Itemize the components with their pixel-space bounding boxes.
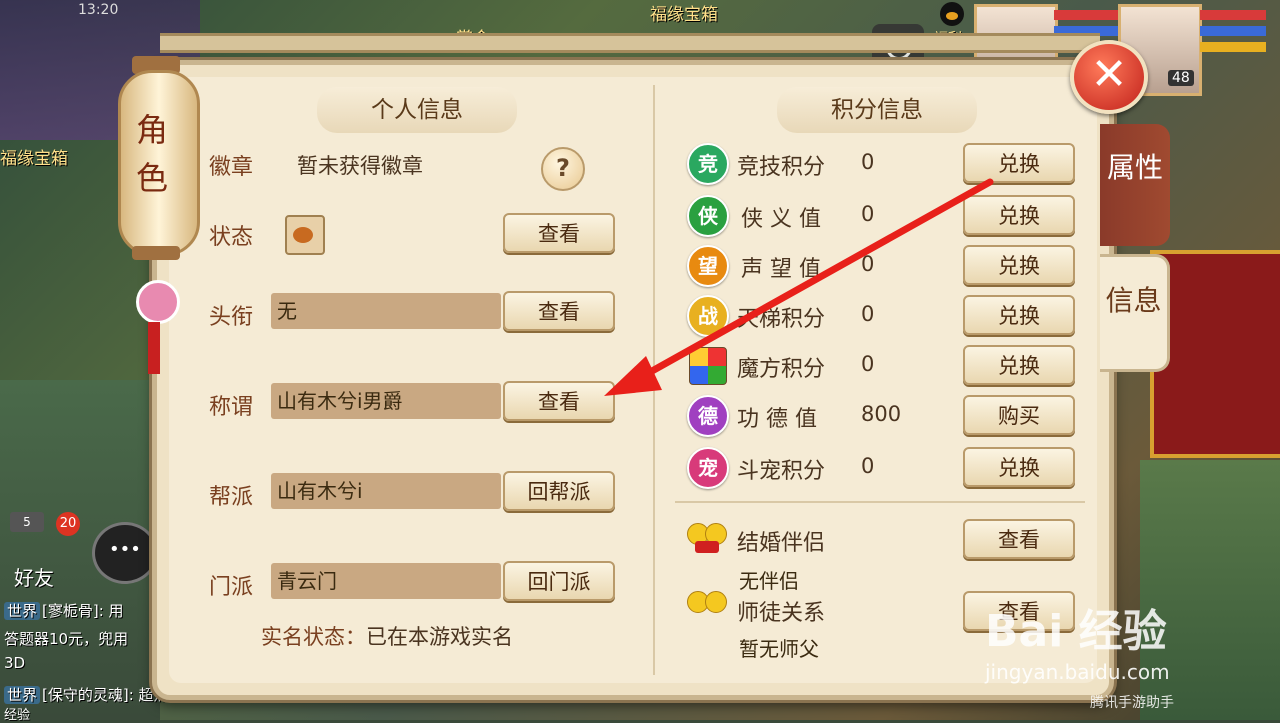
hp-bar [1200, 10, 1266, 20]
ladder-points-label: 天梯积分 [737, 307, 826, 332]
chat-text: 3D [4, 654, 26, 672]
return-guild-button[interactable]: 回帮派 [503, 471, 615, 511]
badge-value: 暂未获得徽章 [297, 154, 423, 178]
friend-button[interactable]: 好友 [14, 562, 54, 591]
panel-top-rail [160, 33, 1100, 53]
hp-bar [1054, 10, 1120, 20]
lantern-char: 色 [136, 159, 169, 197]
arena-exchange-button[interactable]: 兑换 [963, 143, 1075, 183]
tab-attributes[interactable]: 属性 [1100, 124, 1170, 246]
knot-icon [136, 280, 180, 324]
baidu-watermark: Bai 经验 [985, 606, 1167, 657]
merit-value: 800 [861, 402, 902, 426]
clock: 13:20 [78, 2, 119, 18]
nickname-label: 称谓 [209, 395, 254, 420]
nickname-view-button[interactable]: 查看 [503, 381, 615, 421]
couple-icon [687, 519, 727, 555]
reputation-icon: 望 [687, 245, 729, 287]
ladder-exchange-button[interactable]: 兑换 [963, 295, 1075, 335]
character-panel: 个人信息 积分信息 徽章 暂未获得徽章 ? 状态 查看 头衔 无 查看 称谓 山… [152, 60, 1114, 700]
chat-channel: 世界 [4, 686, 41, 704]
arena-points-label: 竞技积分 [737, 155, 826, 180]
pet-points-label: 斗宠积分 [737, 459, 826, 484]
mentor-label: 师徒关系 [737, 601, 826, 626]
chat-icon[interactable] [92, 522, 158, 584]
tab-info[interactable]: 信息 [1100, 254, 1170, 372]
cube-points-value: 0 [861, 352, 875, 376]
badge-label: 徽章 [209, 155, 254, 180]
watermark-url: jingyan.baidu.com [985, 660, 1170, 684]
divider [675, 501, 1085, 503]
chat-line[interactable]: 世界 [寥栀骨]: 用 [4, 600, 124, 621]
cube-points-label: 魔方积分 [737, 357, 826, 382]
lantern-title: 角色 [136, 106, 168, 202]
ladder-points-value: 0 [861, 302, 875, 326]
chat-text: [寥栀骨]: 用 [42, 602, 124, 620]
help-icon[interactable]: ? [541, 147, 585, 191]
merit-label: 功 德 值 [737, 407, 817, 432]
reputation-exchange-button[interactable]: 兑换 [963, 245, 1075, 285]
ladder-icon: 战 [687, 295, 729, 337]
figure-icon [705, 591, 727, 613]
mp-bar [1200, 26, 1266, 36]
friend-level-badge: 5 [10, 512, 44, 532]
points-info-title: 积分信息 [777, 87, 977, 133]
close-button[interactable]: ✕ [1070, 40, 1148, 114]
exp-label: 经验 [4, 708, 31, 723]
merit-buy-button[interactable]: 购买 [963, 395, 1075, 435]
friend-notification-badge: 20 [56, 512, 80, 536]
role-lantern: 角色 [118, 22, 200, 382]
guild-field: 山有木兮i [271, 473, 501, 509]
title-field: 无 [271, 293, 501, 329]
lantern-cap [132, 246, 180, 260]
realname-status: 实名状态：已在本游戏实名 [261, 621, 513, 651]
penguin-icon [940, 2, 964, 26]
personal-info-title: 个人信息 [317, 87, 517, 133]
pet-points-value: 0 [861, 454, 875, 478]
tool-watermark: 腾讯手游助手 [1090, 695, 1174, 711]
realname-value: 已在本游戏实名 [366, 625, 513, 649]
marriage-label: 结婚伴侣 [737, 531, 826, 556]
lantern-char: 角 [136, 111, 169, 149]
pet-icon: 宠 [687, 447, 729, 489]
column-divider [653, 85, 655, 675]
chivalry-label: 侠 义 值 [741, 207, 821, 232]
title-view-button[interactable]: 查看 [503, 291, 615, 331]
sect-field: 青云门 [271, 563, 501, 599]
sect-label: 门派 [209, 575, 254, 600]
reputation-label: 声 望 值 [741, 257, 821, 282]
chat-line[interactable]: 答题器10元，兜用 [4, 628, 128, 649]
top-banner[interactable]: 福缘宝箱 [650, 0, 718, 25]
status-label: 状态 [209, 225, 254, 250]
chat-line[interactable]: 3D [4, 654, 25, 672]
arena-points-value: 0 [861, 150, 875, 174]
realname-label: 实名状态： [261, 625, 366, 649]
reputation-value: 0 [861, 252, 875, 276]
mentor-value: 暂无师父 [739, 637, 819, 661]
cube-exchange-button[interactable]: 兑换 [963, 345, 1075, 385]
merit-icon: 德 [687, 395, 729, 437]
chat-text: 答题器10元，兜用 [4, 630, 129, 648]
chivalry-icon: 侠 [687, 195, 729, 237]
roast-meat-icon[interactable] [285, 215, 325, 255]
pet-exchange-button[interactable]: 兑换 [963, 447, 1075, 487]
heart-icon [695, 541, 719, 553]
mentor-icon [687, 587, 727, 623]
status-view-button[interactable]: 查看 [503, 213, 615, 253]
marriage-view-button[interactable]: 查看 [963, 519, 1075, 559]
chivalry-value: 0 [861, 202, 875, 226]
chat-channel: 世界 [4, 602, 41, 620]
guild-label: 帮派 [209, 485, 254, 510]
left-banner[interactable]: 福缘宝箱 [0, 144, 68, 169]
nickname-field: 山有木兮i男爵 [271, 383, 501, 419]
tassel-icon [148, 322, 160, 374]
xp-bar [1200, 42, 1266, 52]
chivalry-exchange-button[interactable]: 兑换 [963, 195, 1075, 235]
marriage-value: 无伴侣 [739, 569, 799, 593]
arena-icon: 竞 [687, 143, 729, 185]
title-label: 头衔 [209, 305, 254, 330]
rubiks-cube-icon [689, 347, 727, 385]
return-sect-button[interactable]: 回门派 [503, 561, 615, 601]
player-level: 48 [1168, 70, 1194, 86]
